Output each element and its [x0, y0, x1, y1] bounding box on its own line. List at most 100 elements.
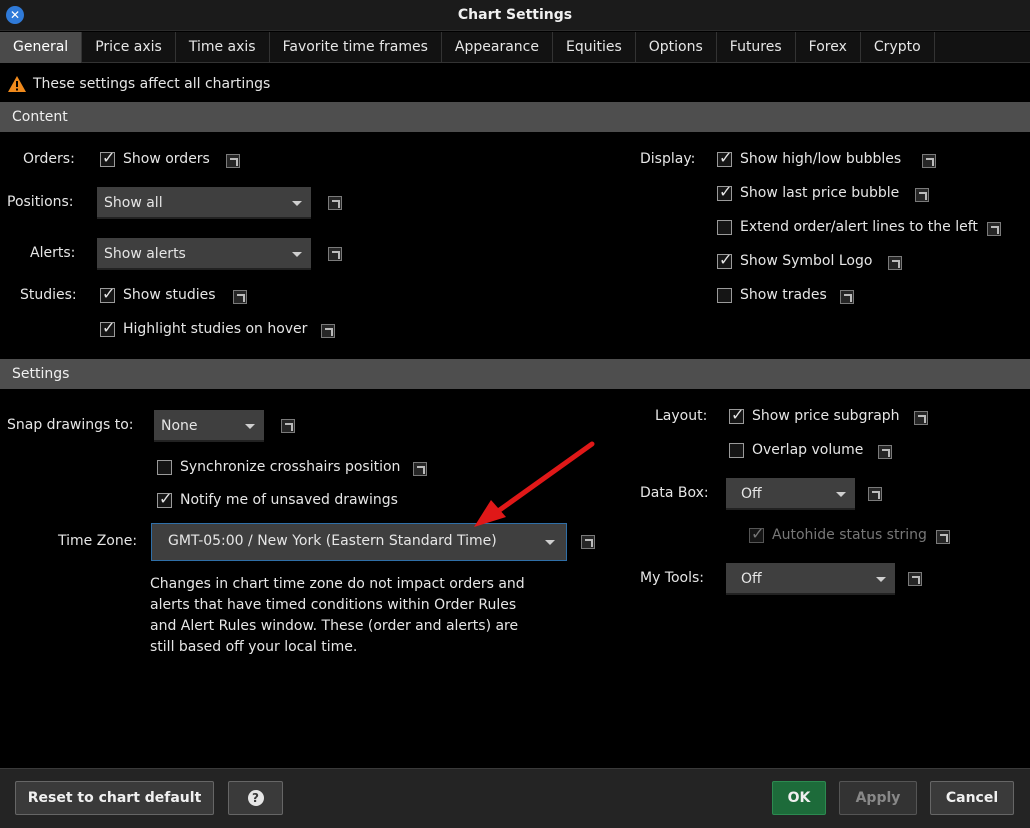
tab-options[interactable]: Options — [636, 32, 717, 63]
window-title: Chart Settings — [457, 7, 573, 23]
help-button[interactable]: ? — [228, 781, 283, 815]
positions-value: Show all — [104, 195, 163, 211]
checkbox-icon[interactable] — [100, 284, 115, 303]
chevron-down-icon — [545, 540, 555, 545]
show-trades-label: Show trades — [740, 287, 827, 303]
link-icon[interactable] — [233, 290, 247, 304]
title-bar: ✕ Chart Settings — [0, 0, 1030, 31]
link-icon[interactable] — [840, 290, 854, 304]
cancel-button[interactable]: Cancel — [930, 781, 1014, 815]
link-icon[interactable] — [581, 535, 595, 549]
chevron-down-icon — [876, 577, 886, 582]
link-icon[interactable] — [328, 247, 342, 261]
show-studies-checkbox[interactable]: Show studies — [100, 284, 216, 303]
overlap-volume-checkbox[interactable]: Overlap volume — [729, 442, 863, 458]
link-icon[interactable] — [878, 445, 892, 459]
checkbox-icon[interactable] — [100, 148, 115, 167]
tab-futures[interactable]: Futures — [717, 32, 796, 63]
link-icon[interactable] — [922, 154, 936, 168]
checkbox-icon[interactable] — [717, 148, 732, 167]
show-price-subgraph-checkbox[interactable]: Show price subgraph — [729, 405, 900, 424]
show-orders-checkbox[interactable]: Show orders — [100, 148, 210, 167]
show-price-subgraph-label: Show price subgraph — [752, 408, 900, 424]
extend-lines-label: Extend order/alert lines to the left — [740, 219, 978, 235]
timezone-label: Time Zone: — [58, 533, 138, 549]
timezone-value: GMT-05:00 / New York (Eastern Standard T… — [168, 533, 497, 549]
sync-crosshairs-checkbox[interactable]: Synchronize crosshairs position — [157, 459, 400, 475]
link-icon[interactable] — [281, 419, 295, 433]
layout-label: Layout: — [655, 408, 708, 424]
checkbox-icon[interactable] — [157, 459, 172, 475]
link-icon[interactable] — [321, 324, 335, 338]
show-trades-checkbox[interactable]: Show trades — [717, 287, 827, 303]
highlight-studies-label: Highlight studies on hover — [123, 321, 308, 337]
apply-button[interactable]: Apply — [839, 781, 917, 815]
link-icon[interactable] — [914, 411, 928, 425]
highlight-studies-checkbox[interactable]: Highlight studies on hover — [100, 318, 308, 337]
link-icon[interactable] — [328, 196, 342, 210]
link-icon[interactable] — [413, 462, 427, 476]
tab-crypto[interactable]: Crypto — [861, 32, 935, 63]
checkbox-icon[interactable] — [729, 405, 744, 424]
tab-time-axis[interactable]: Time axis — [176, 32, 270, 63]
show-studies-label: Show studies — [123, 287, 216, 303]
checkbox-icon[interactable] — [717, 219, 732, 235]
tab-general[interactable]: General — [0, 32, 83, 63]
checkbox-icon[interactable] — [717, 287, 732, 303]
show-orders-label: Show orders — [123, 151, 210, 167]
show-last-price-checkbox[interactable]: Show last price bubble — [717, 182, 899, 201]
ok-button[interactable]: OK — [772, 781, 826, 815]
notify-unsaved-label: Notify me of unsaved drawings — [180, 492, 398, 508]
mytools-label: My Tools: — [640, 570, 705, 586]
chevron-down-icon — [292, 252, 302, 257]
tab-equities[interactable]: Equities — [553, 32, 636, 63]
settings-notice: These settings affect all chartings — [8, 74, 270, 94]
databox-value: Off — [741, 486, 762, 502]
positions-dropdown[interactable]: Show all — [97, 187, 311, 219]
checkbox-icon[interactable] — [157, 489, 172, 508]
show-symbol-logo-checkbox[interactable]: Show Symbol Logo — [717, 250, 873, 269]
tab-forex[interactable]: Forex — [796, 32, 861, 63]
checkbox-icon[interactable] — [729, 442, 744, 458]
footer-bar: Reset to chart default ? OK Apply Cancel — [0, 768, 1030, 828]
link-icon[interactable] — [868, 487, 882, 501]
snap-dropdown[interactable]: None — [154, 410, 264, 442]
tab-favorite-time-frames[interactable]: Favorite time frames — [270, 32, 442, 63]
extend-lines-checkbox[interactable]: Extend order/alert lines to the left — [717, 219, 978, 235]
checkbox-icon[interactable] — [717, 250, 732, 269]
link-icon[interactable] — [915, 188, 929, 202]
link-icon[interactable] — [936, 530, 950, 544]
reset-to-default-button[interactable]: Reset to chart default — [15, 781, 214, 815]
checkbox-icon[interactable] — [100, 318, 115, 337]
help-icon: ? — [247, 790, 264, 806]
settings-section-header: Settings — [0, 359, 1030, 389]
notice-text: These settings affect all chartings — [33, 76, 271, 92]
databox-dropdown[interactable]: Off — [726, 478, 855, 510]
positions-label: Positions: — [7, 194, 74, 210]
show-high-low-checkbox[interactable]: Show high/low bubbles — [717, 148, 902, 167]
mytools-dropdown[interactable]: Off — [726, 563, 895, 595]
timezone-dropdown[interactable]: GMT-05:00 / New York (Eastern Standard T… — [151, 523, 567, 561]
tab-bar: General Price axis Time axis Favorite ti… — [0, 32, 1030, 63]
autohide-status-checkbox[interactable]: Autohide status string — [749, 524, 927, 543]
notify-unsaved-checkbox[interactable]: Notify me of unsaved drawings — [157, 489, 398, 508]
link-icon[interactable] — [226, 154, 240, 168]
tab-price-axis[interactable]: Price axis — [82, 32, 176, 63]
snap-label: Snap drawings to: — [7, 417, 134, 433]
link-icon[interactable] — [888, 256, 902, 270]
display-label: Display: — [640, 151, 696, 167]
checkbox-icon[interactable] — [749, 524, 764, 543]
alerts-dropdown[interactable]: Show alerts — [97, 238, 311, 270]
show-symbol-logo-label: Show Symbol Logo — [740, 253, 873, 269]
show-high-low-label: Show high/low bubbles — [740, 151, 902, 167]
timezone-note: Changes in chart time zone do not impact… — [150, 576, 525, 655]
link-icon[interactable] — [908, 572, 922, 586]
checkbox-icon[interactable] — [717, 182, 732, 201]
databox-label: Data Box: — [640, 485, 709, 501]
link-icon[interactable] — [987, 222, 1001, 236]
tab-appearance[interactable]: Appearance — [442, 32, 553, 63]
autohide-status-label: Autohide status string — [772, 527, 927, 543]
chevron-down-icon — [292, 201, 302, 206]
chevron-down-icon — [836, 492, 846, 497]
alerts-value: Show alerts — [104, 246, 186, 262]
